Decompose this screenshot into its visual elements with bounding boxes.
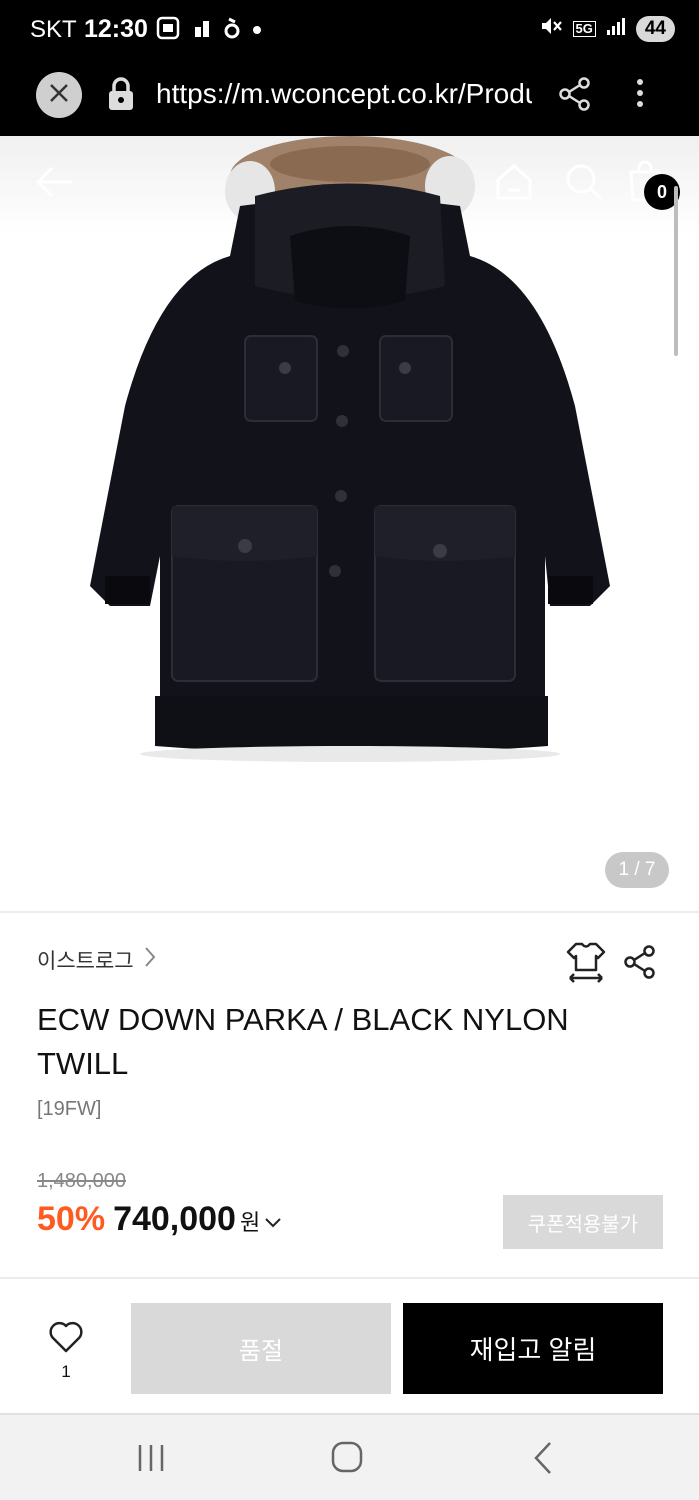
lock-icon (106, 76, 136, 117)
price-row[interactable]: 50% 740,000 원 (37, 1200, 282, 1239)
notification-icons (156, 16, 262, 45)
share-icon[interactable] (558, 76, 592, 117)
brand-name: 이스트로그 (37, 950, 134, 973)
carrier-label: SKT (30, 16, 77, 43)
system-icons: 5G 44 (539, 14, 675, 43)
signal-bars-icon (606, 16, 626, 41)
network-5g-icon: 5G (572, 20, 596, 37)
mute-icon (539, 14, 563, 43)
dot-icon (252, 22, 262, 40)
close-icon (48, 82, 70, 109)
divider (0, 1277, 699, 1279)
app-notification-icon (224, 16, 240, 45)
home-icon[interactable] (494, 162, 534, 207)
coupon-button[interactable]: 쿠폰적용불가 (503, 1195, 663, 1249)
discount-rate: 50% (37, 1200, 106, 1238)
parka-image (90, 136, 610, 762)
share-icon[interactable] (622, 944, 658, 985)
scrollbar[interactable] (674, 186, 678, 356)
system-nav-bar (0, 1413, 699, 1500)
back-nav-icon[interactable] (532, 1441, 554, 1480)
size-guide-icon[interactable] (566, 940, 606, 989)
brand-link[interactable]: 이스트로그 (37, 945, 156, 975)
sale-price: 740,000 (113, 1200, 236, 1238)
more-icon[interactable] (628, 76, 652, 117)
screenshot-icon (156, 16, 180, 45)
browser-url-bar: https://m.wconcept.co.kr/Product/30132..… (0, 62, 699, 136)
battery-indicator: 44 (635, 15, 675, 42)
url-field[interactable]: https://m.wconcept.co.kr/Product/30132..… (156, 78, 532, 110)
search-icon[interactable] (564, 162, 604, 207)
wish-count: 1 (61, 1362, 71, 1381)
chevron-down-icon[interactable] (264, 1216, 282, 1235)
soldout-button[interactable]: 품절 (131, 1303, 391, 1394)
status-bar: SKT 12:30 5G 44 (0, 0, 699, 62)
product-name: ECW DOWN PARKA / BLACK NYLON TWILL (37, 1002, 569, 1081)
divider (0, 911, 699, 913)
currency-label: 원 (239, 1210, 261, 1235)
image-page-indicator: 1 / 7 (605, 852, 669, 888)
product-image-carousel[interactable]: 0 1 / 7 (0, 136, 699, 912)
clock: 12:30 (84, 15, 148, 43)
home-nav-icon[interactable] (331, 1441, 363, 1478)
back-arrow-icon[interactable] (34, 164, 74, 205)
product-season: [19FW] (37, 1098, 102, 1120)
heart-icon[interactable] (44, 1320, 88, 1359)
recent-apps-icon[interactable] (136, 1443, 166, 1478)
restock-alert-button[interactable]: 재입고 알림 (403, 1303, 663, 1394)
close-tab-button[interactable] (36, 72, 82, 118)
original-price: 1,480,000 (37, 1170, 126, 1192)
chevron-right-icon (144, 946, 156, 974)
signal-app-icon (192, 17, 212, 44)
